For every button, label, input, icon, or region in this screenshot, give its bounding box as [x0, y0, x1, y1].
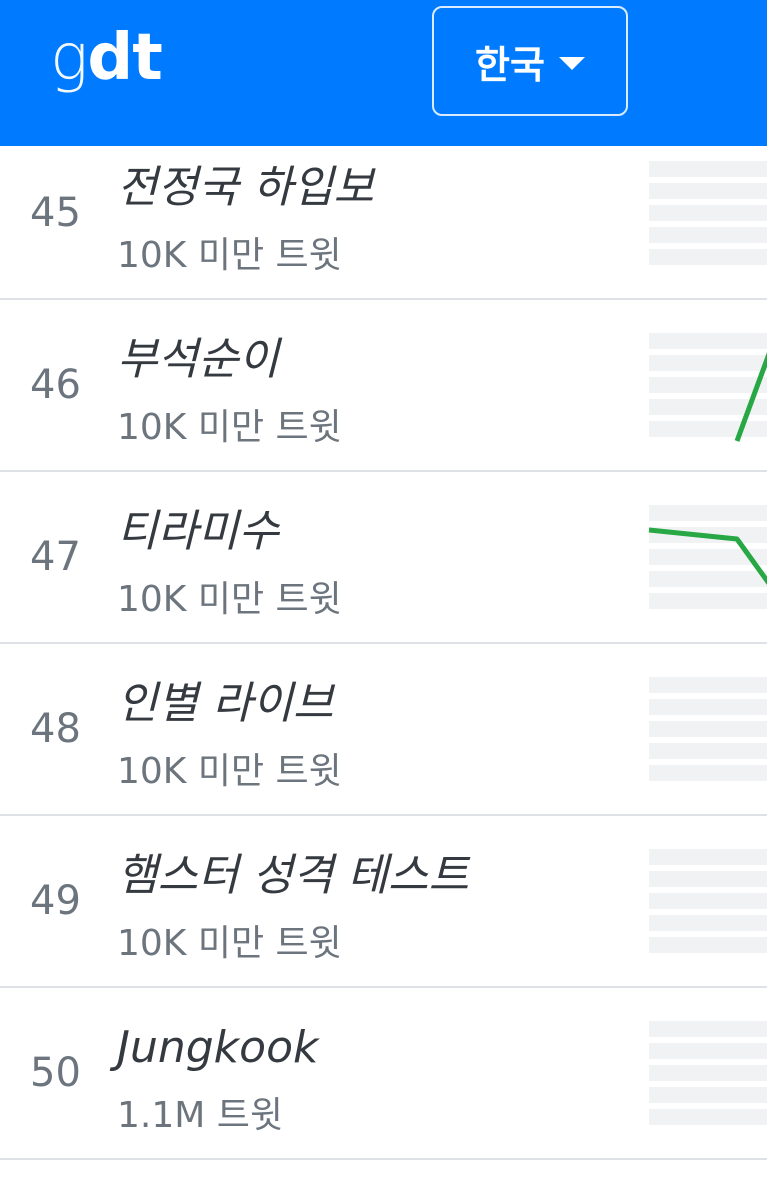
trend-row-45[interactable]: 45 전정국 하입보 10K 미만 트윗 — [0, 128, 767, 300]
trend-row-50[interactable]: 50 Jungkook 1.1M 트윗 — [0, 988, 767, 1160]
trend-title[interactable]: 인별 라이브 — [117, 678, 333, 730]
gdt-logo[interactable]: gdt — [50, 18, 163, 98]
sparkline-band — [649, 183, 767, 199]
trend-rank: 50 — [30, 1050, 81, 1096]
sparkline-band — [649, 721, 767, 737]
language-label: 한국 — [475, 42, 545, 87]
trend-sparkline — [649, 333, 767, 442]
sparkline-band — [649, 915, 767, 931]
trend-tweet-count: 10K 미만 트윗 — [117, 407, 342, 448]
trend-tweet-count: 10K 미만 트윗 — [117, 923, 342, 964]
trend-tweet-count: 10K 미만 트윗 — [117, 751, 342, 792]
trend-list: 45 전정국 하입보 10K 미만 트윗 46 부석순이 10K 미만 트윗 4… — [0, 128, 767, 1160]
sparkline-band — [649, 1043, 767, 1059]
trend-rank: 48 — [30, 706, 81, 752]
trend-rank: 49 — [30, 878, 81, 924]
sparkline-band — [649, 227, 767, 243]
trend-title[interactable]: 전정국 하입보 — [117, 162, 374, 214]
sparkline-band — [649, 1087, 767, 1103]
sparkline-band — [649, 849, 767, 865]
trend-sparkline — [648, 505, 767, 613]
sparkline-band — [649, 249, 767, 265]
sparkline-band — [649, 205, 767, 221]
caret-down-icon — [558, 56, 585, 70]
trend-sparkline — [649, 677, 767, 785]
sparkline-band — [649, 937, 767, 953]
trend-title[interactable]: 티라미수 — [117, 506, 279, 558]
sparkline-band — [649, 1065, 767, 1081]
trend-sparkline — [649, 1021, 767, 1129]
trend-tweet-count: 10K 미만 트윗 — [117, 235, 342, 276]
trend-title[interactable]: 부석순이 — [117, 334, 279, 386]
trend-row-47[interactable]: 47 티라미수 10K 미만 트윗 — [0, 472, 767, 644]
trend-rank: 46 — [30, 362, 81, 408]
logo-light-text: g — [50, 21, 88, 95]
sparkline-svg — [648, 527, 767, 585]
sparkline-band — [649, 765, 767, 781]
app-header: gdt 한국 — [0, 0, 767, 146]
trend-row-48[interactable]: 48 인별 라이브 10K 미만 트윗 — [0, 644, 767, 816]
sparkline-band — [649, 871, 767, 887]
trend-rank: 45 — [30, 190, 81, 236]
trend-tweet-count: 1.1M 트윗 — [117, 1095, 283, 1136]
trend-tweet-count: 10K 미만 트윗 — [117, 579, 342, 620]
sparkline-line — [734, 352, 767, 442]
trend-title[interactable]: Jungkook — [117, 1022, 318, 1074]
sparkline-line — [648, 527, 767, 585]
sparkline-band — [649, 893, 767, 909]
trend-rank: 47 — [30, 534, 81, 580]
sparkline-band — [649, 699, 767, 715]
trend-sparkline — [649, 849, 767, 957]
logo-bold-text: dt — [87, 21, 162, 95]
sparkline-band — [649, 1021, 767, 1037]
sparkline-band — [649, 161, 767, 177]
trend-row-46[interactable]: 46 부석순이 10K 미만 트윗 — [0, 300, 767, 472]
trend-row-49[interactable]: 49 햄스터 성격 테스트 10K 미만 트윗 — [0, 816, 767, 988]
sparkline-band — [649, 1109, 767, 1125]
sparkline-band — [649, 743, 767, 759]
sparkline-svg — [734, 352, 767, 442]
trend-title[interactable]: 햄스터 성격 테스트 — [117, 850, 469, 902]
language-dropdown-button[interactable]: 한국 — [432, 6, 628, 116]
trend-sparkline — [649, 161, 767, 269]
sparkline-band — [649, 677, 767, 693]
